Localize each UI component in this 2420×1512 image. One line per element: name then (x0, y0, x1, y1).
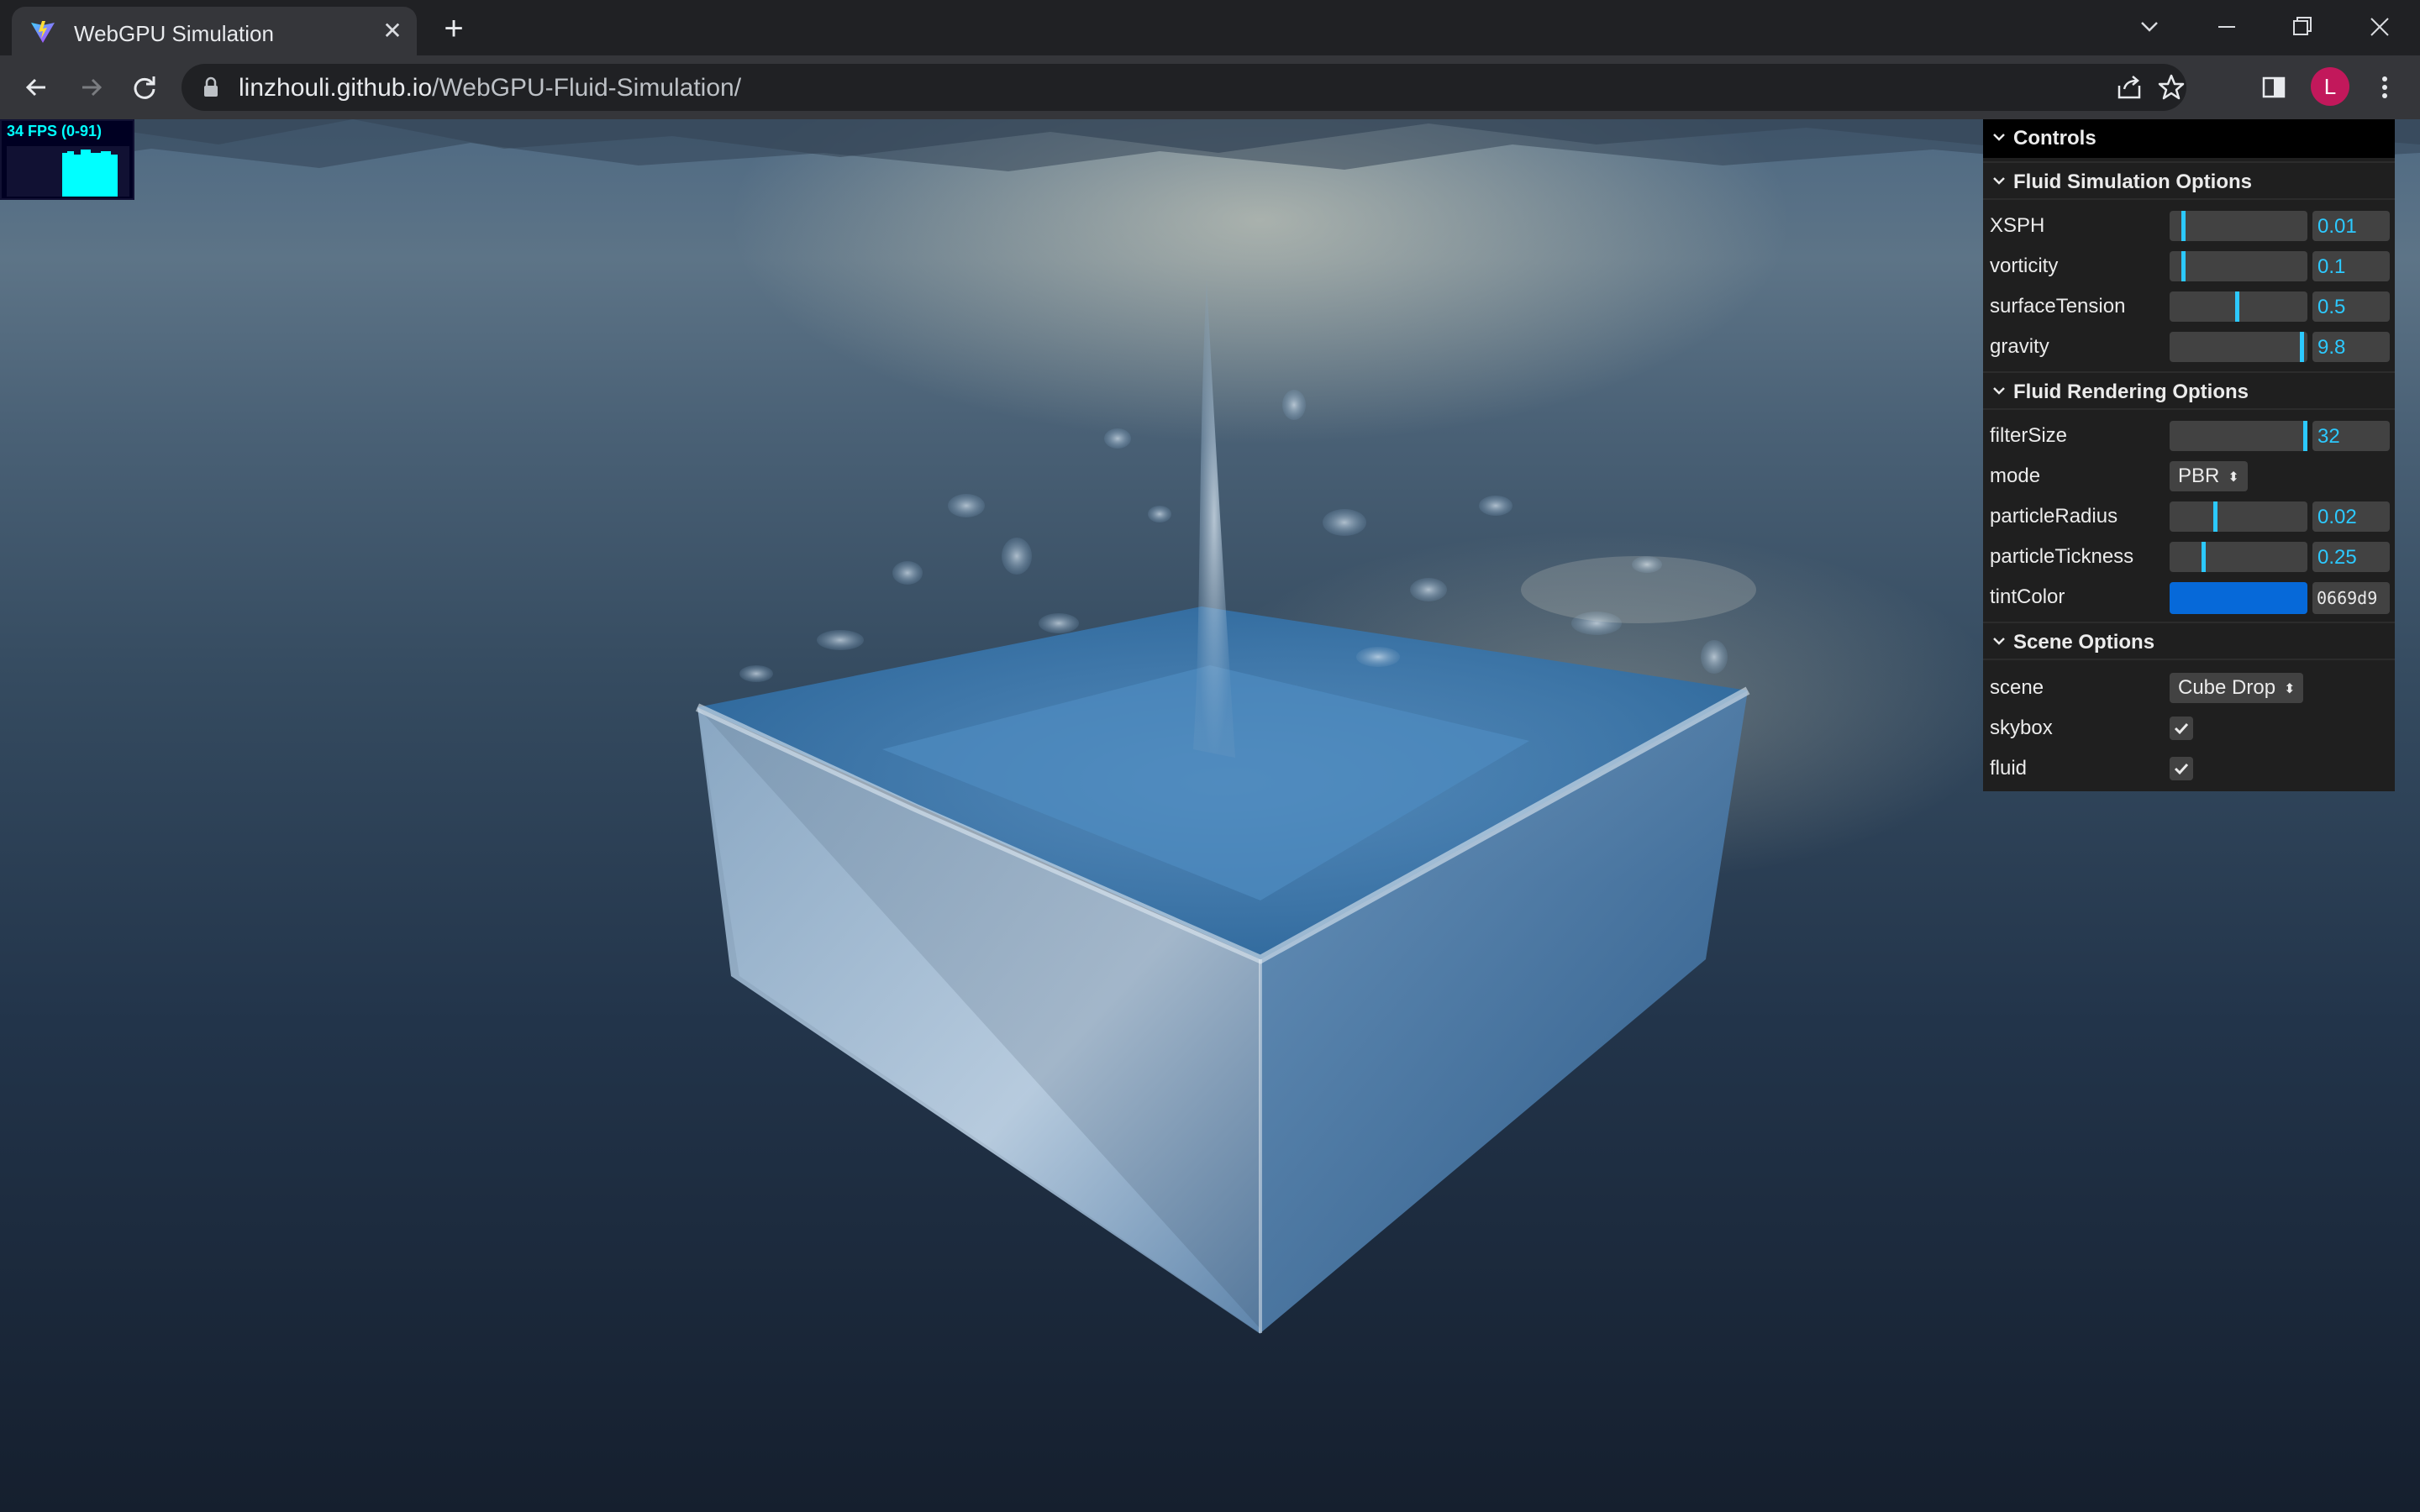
control-label: XSPH (1990, 214, 2045, 237)
control-particle-tickness: particleTickness 0.25 (1983, 535, 2395, 575)
chevron-down-icon (1993, 387, 2005, 395)
control-label: mode (1990, 465, 2041, 487)
vorticity-value-input[interactable]: 0.1 (2312, 251, 2390, 281)
filter-size-value-input[interactable]: 32 (2312, 421, 2390, 451)
chevron-down-icon (1993, 638, 2005, 645)
address-bar[interactable]: linzhouli.github.io/WebGPU-Fluid-Simulat… (182, 64, 2186, 111)
browser-tab-strip: WebGPU Simulation ✕ + (0, 0, 2420, 55)
bookmark-star-icon[interactable] (2156, 72, 2186, 102)
particle-radius-value-input[interactable]: 0.02 (2312, 501, 2390, 532)
control-particle-radius: particleRadius 0.02 (1983, 495, 2395, 535)
control-label: vorticity (1990, 255, 2059, 277)
mode-value: PBR (2178, 465, 2220, 487)
url-path: /WebGPU-Fluid-Simulation/ (432, 74, 742, 102)
control-label: particleRadius (1990, 505, 2118, 528)
vite-logo-icon (31, 21, 55, 43)
select-arrows-icon: ⬍ (2228, 470, 2239, 485)
slider-handle[interactable] (2235, 291, 2239, 322)
xsph-value-input[interactable]: 0.01 (2312, 211, 2390, 241)
folder-scene-options[interactable]: Scene Options (1983, 622, 2395, 660)
fps-graph (7, 146, 129, 197)
control-label: scene (1990, 676, 2044, 699)
browser-tab[interactable]: WebGPU Simulation ✕ (12, 7, 417, 55)
folder-label: Fluid Simulation Options (2013, 171, 2252, 193)
browser-toolbar: linzhouli.github.io/WebGPU-Fluid-Simulat… (0, 55, 2420, 119)
chevron-down-icon (1993, 177, 2005, 185)
particle-tickness-slider[interactable] (2170, 542, 2307, 572)
vorticity-slider[interactable] (2170, 251, 2307, 281)
folder-fluid-simulation[interactable]: Fluid Simulation Options (1983, 161, 2395, 200)
control-label: tintColor (1990, 585, 2065, 608)
fps-stats-panel[interactable]: 34 FPS (0-91) (0, 119, 134, 200)
control-xsph: XSPH 0.01 (1983, 204, 2395, 244)
tab-title: WebGPU Simulation (74, 21, 274, 46)
slider-handle[interactable] (2181, 211, 2186, 241)
xsph-slider[interactable] (2170, 211, 2307, 241)
control-mode: mode PBR ⬍ (1983, 454, 2395, 495)
control-filter-size: filterSize 32 (1983, 414, 2395, 454)
particle-radius-slider[interactable] (2170, 501, 2307, 532)
slider-handle[interactable] (2303, 421, 2307, 451)
surface-tension-value-input[interactable]: 0.5 (2312, 291, 2390, 322)
control-vorticity: vorticity 0.1 (1983, 244, 2395, 285)
fps-label: 34 FPS (0-91) (7, 123, 103, 139)
particle-tickness-value-input[interactable]: 0.25 (2312, 542, 2390, 572)
tint-color-hex-input[interactable]: 0669d9 (2312, 582, 2390, 614)
chevron-down-icon (1993, 134, 2005, 141)
new-tab-button[interactable]: + (437, 12, 471, 45)
control-fluid: fluid (1983, 747, 2395, 787)
forward-arrow-icon[interactable] (71, 67, 111, 108)
back-arrow-icon[interactable] (17, 67, 57, 108)
folder-fluid-rendering[interactable]: Fluid Rendering Options (1983, 371, 2395, 410)
tint-color-swatch[interactable] (2170, 582, 2307, 614)
controls-panel: Controls Fluid Simulation Options XSPH 0… (1983, 119, 2395, 791)
control-tint-color: tintColor 0669d9 (1983, 575, 2395, 616)
reload-icon[interactable] (124, 67, 165, 108)
slider-handle[interactable] (2300, 332, 2304, 362)
slider-handle[interactable] (2202, 542, 2206, 572)
slider-handle[interactable] (2181, 251, 2186, 281)
profile-avatar[interactable]: L (2311, 67, 2349, 106)
url-text[interactable]: linzhouli.github.io/WebGPU-Fluid-Simulat… (239, 74, 741, 102)
gravity-value-input[interactable]: 9.8 (2312, 332, 2390, 362)
filter-size-slider[interactable] (2170, 421, 2307, 451)
gravity-slider[interactable] (2170, 332, 2307, 362)
control-skybox: skybox (1983, 706, 2395, 747)
fluid-checkbox[interactable] (2170, 757, 2193, 780)
control-label: particleTickness (1990, 545, 2134, 568)
close-tab-icon[interactable]: ✕ (380, 18, 405, 44)
tab-search-chevron-icon[interactable] (2131, 8, 2168, 45)
scene-value: Cube Drop (2178, 676, 2276, 699)
close-window-icon[interactable] (2361, 8, 2398, 45)
control-surface-tension: surfaceTension 0.5 (1983, 285, 2395, 325)
control-label: filterSize (1990, 424, 2068, 447)
scene-select[interactable]: Cube Drop ⬍ (2170, 673, 2304, 703)
minimize-icon[interactable] (2208, 8, 2245, 45)
slider-handle[interactable] (2213, 501, 2217, 532)
control-label: surfaceTension (1990, 295, 2126, 318)
lock-icon[interactable] (202, 76, 220, 98)
side-panel-icon[interactable] (2259, 72, 2289, 102)
control-scene: scene Cube Drop ⬍ (1983, 666, 2395, 706)
surface-tension-slider[interactable] (2170, 291, 2307, 322)
skybox-checkbox[interactable] (2170, 717, 2193, 740)
more-menu-icon[interactable] (2370, 72, 2400, 102)
control-label: gravity (1990, 335, 2049, 358)
folder-label: Scene Options (2013, 631, 2155, 654)
controls-title-bar[interactable]: Controls (1983, 119, 2395, 158)
folder-label: Fluid Rendering Options (2013, 381, 2249, 403)
share-icon[interactable] (2114, 72, 2144, 102)
control-gravity: gravity 9.8 (1983, 325, 2395, 365)
select-arrows-icon: ⬍ (2284, 681, 2296, 696)
restore-icon[interactable] (2284, 8, 2321, 45)
url-host: linzhouli.github.io (239, 74, 433, 102)
control-label: skybox (1990, 717, 2053, 739)
control-label: fluid (1990, 757, 2028, 780)
mode-select[interactable]: PBR ⬍ (2170, 461, 2248, 491)
controls-title: Controls (2013, 127, 2096, 150)
